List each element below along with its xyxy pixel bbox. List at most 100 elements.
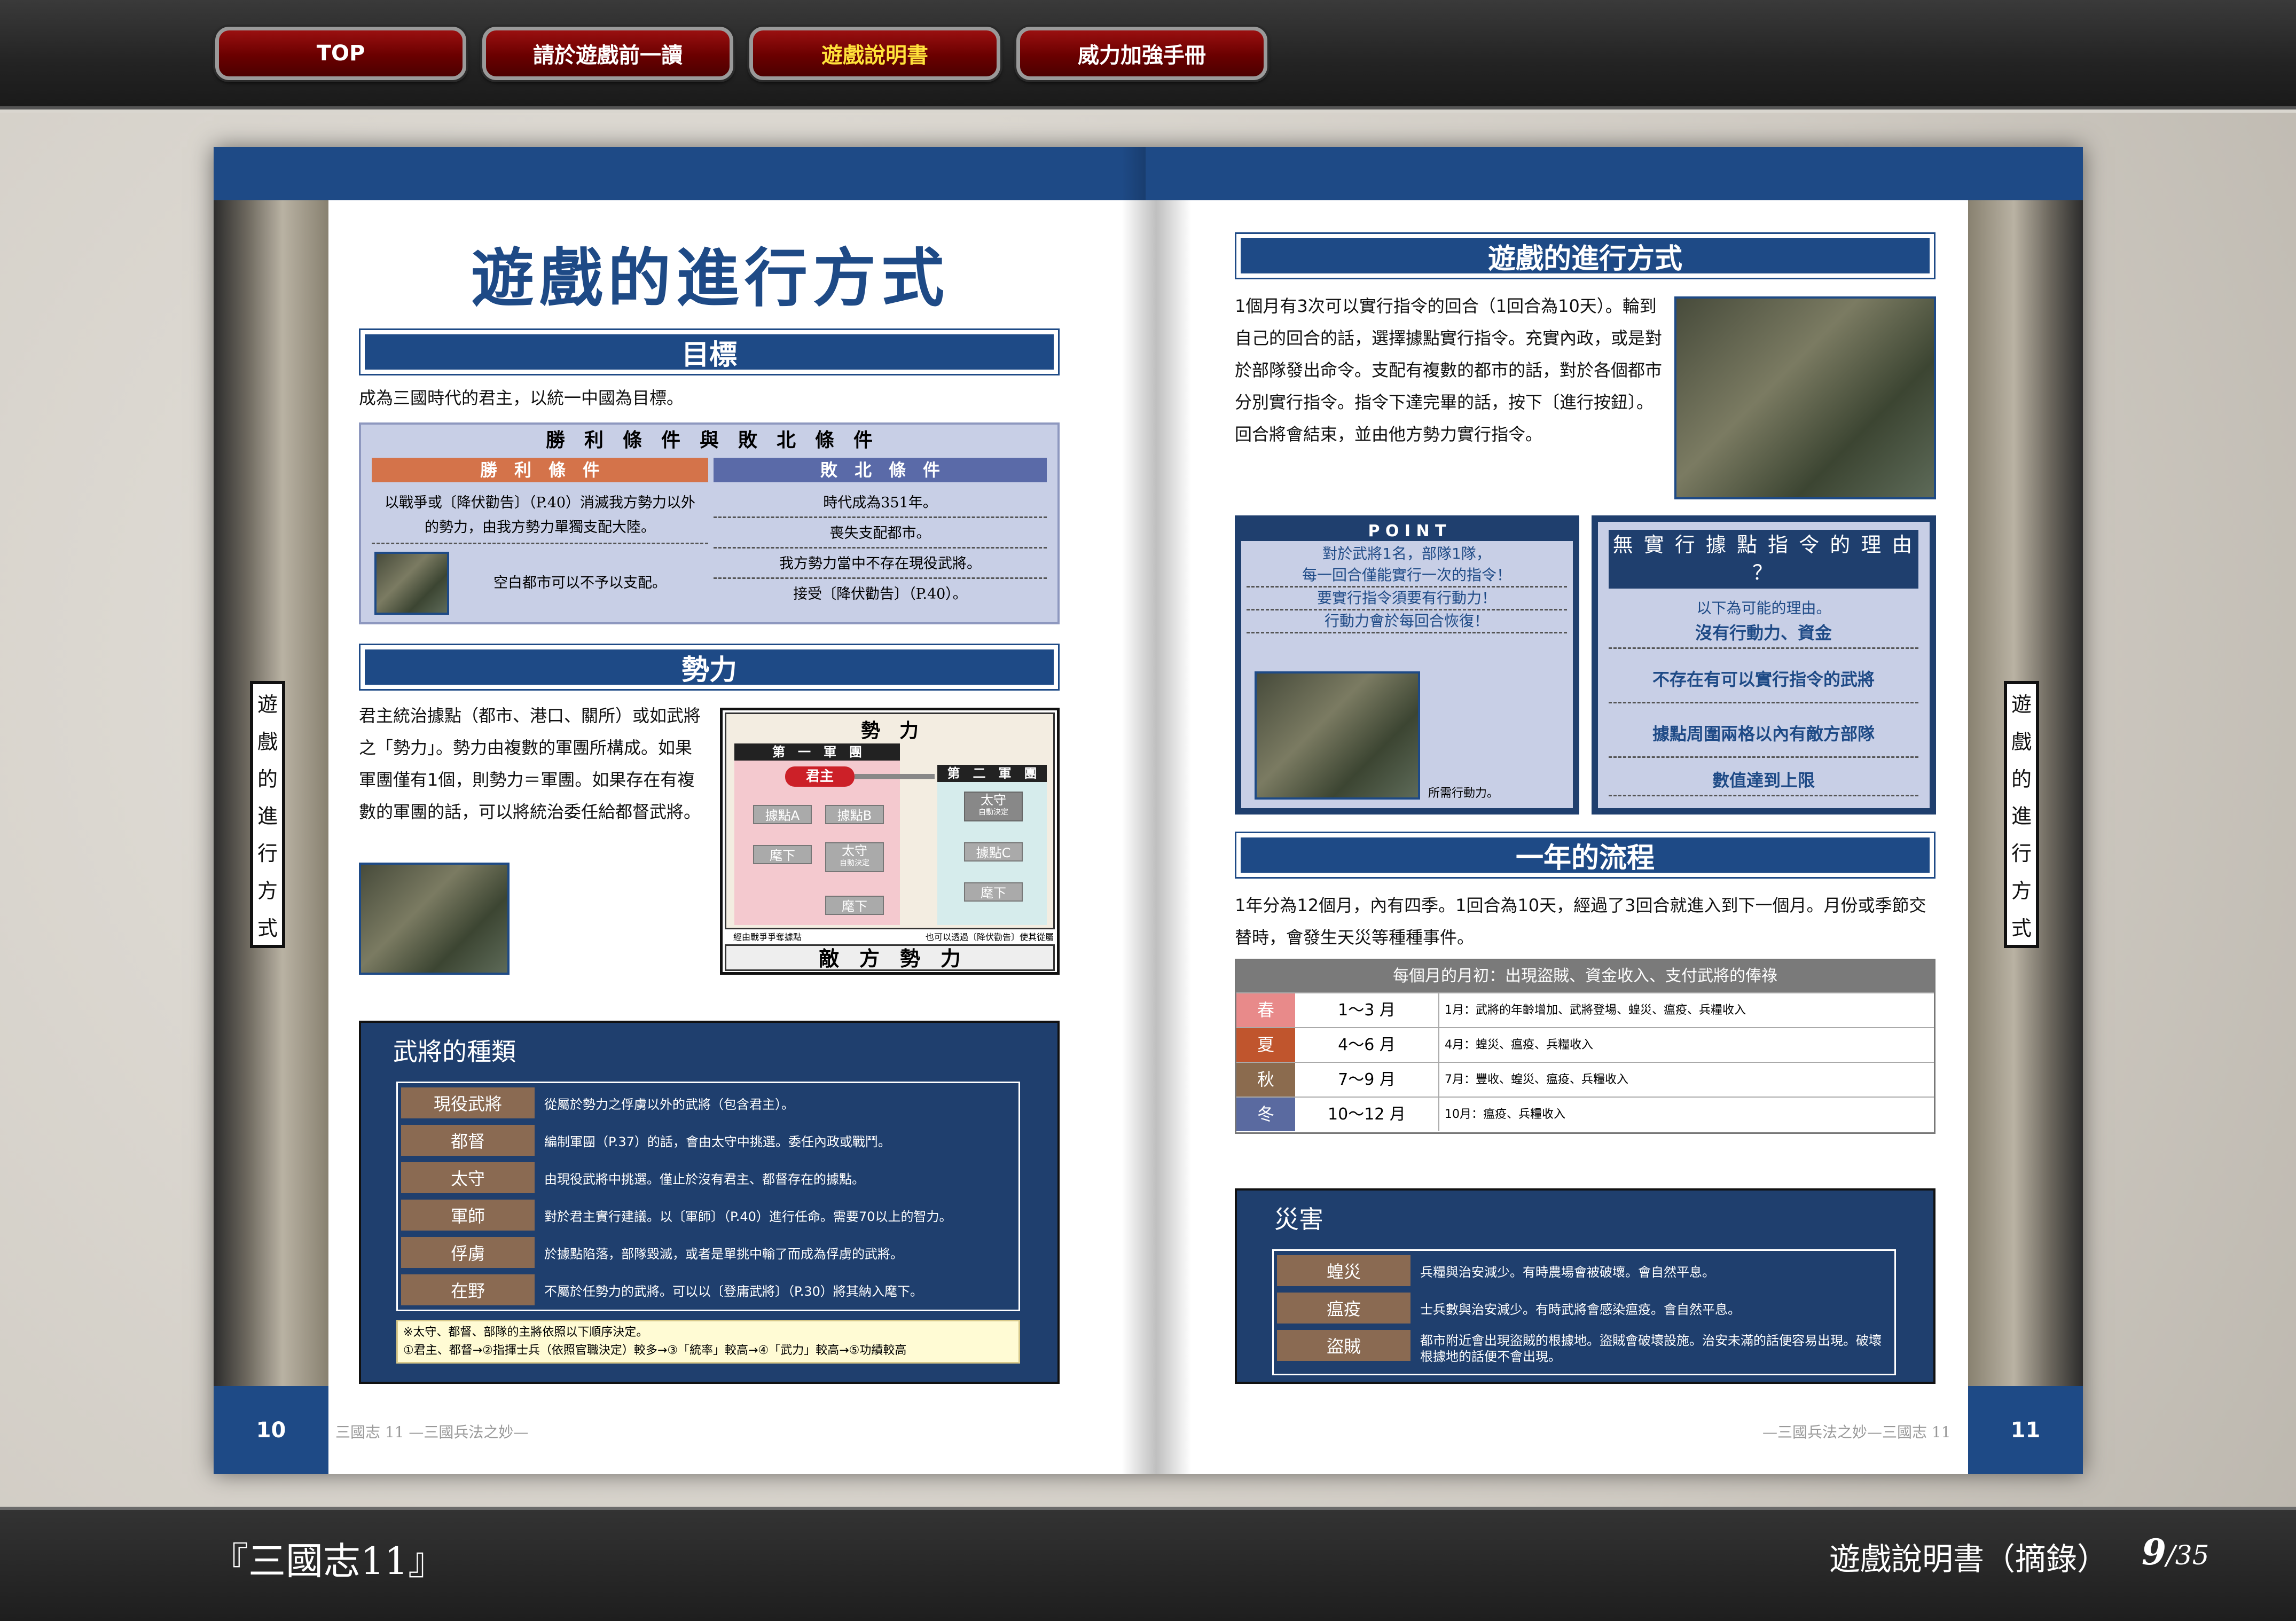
win-condition-1: 以戰爭或〔降伏勸告〕（P.40）消滅我方勢力以外的勢力，由我方勢力單獨支配大陸。 bbox=[372, 488, 708, 544]
bottom-bar: 『三國志11』 遊戲說明書（摘錄） 9/35 bbox=[0, 1507, 2296, 1621]
left-page-number-text: 10 bbox=[256, 1418, 286, 1443]
left-header-bar bbox=[328, 147, 1146, 200]
year-text: 1年分為12個月，內有四季。1回合為10天，經過了3回合就進入到下一個月。月份或… bbox=[1235, 895, 1926, 947]
year-section-header: 一年的流程 bbox=[1235, 832, 1935, 879]
base-c-node: 據點C bbox=[964, 842, 1023, 862]
disaster-panel: 災害 蝗災 兵糧與治安減少。有時農場會被破壞。會自然平息。 瘟疫 士兵數與治安減… bbox=[1235, 1188, 1935, 1384]
disaster-desc: 士兵數與治安減少。有時武將會感染瘟疫。會自然平息。 bbox=[1420, 1302, 1741, 1317]
disaster-label: 蝗災 bbox=[1277, 1255, 1410, 1286]
right-side-tab: 遊 戲 的 進 行 方 式 bbox=[2004, 681, 2039, 948]
general-type-label: 都督 bbox=[401, 1125, 535, 1156]
taishou-2-label: 太守 bbox=[981, 793, 1006, 808]
side-tab-char: 進 bbox=[257, 804, 278, 828]
right-header-corner bbox=[1968, 147, 2083, 200]
reasons-intro: 以下為可能的理由。 bbox=[1696, 599, 1831, 617]
page-counter: 9/35 bbox=[2142, 1531, 2209, 1573]
power-diagram: 勢 力 第 一 軍 團 第 二 軍 團 君主 據點A 據點B 麾下 太守 自動決… bbox=[720, 708, 1060, 975]
general-type-label: 現役武將 bbox=[401, 1087, 535, 1118]
subordinate-2-node: 麾下 bbox=[825, 896, 884, 915]
left-side-tab: 遊 戲 的 進 行 方 式 bbox=[250, 681, 285, 948]
taishou-2-node: 太守 自動決定 bbox=[964, 792, 1023, 821]
season-months: 7～9 月 bbox=[1295, 1063, 1439, 1097]
general-type-label: 軍師 bbox=[401, 1200, 535, 1231]
disaster-desc: 兵糧與治安減少。有時農場會被破壞。會自然平息。 bbox=[1420, 1264, 1715, 1280]
generals-note-line-1: ※太守、都督、部隊的主將依照以下順序決定。 bbox=[403, 1326, 648, 1339]
year-heading: 一年的流程 bbox=[1241, 837, 1930, 874]
season-row: 冬 10～12 月 10月：瘟疫、兵糧收入 bbox=[1236, 1097, 1934, 1131]
taishou-2-note: 自動決定 bbox=[978, 808, 1008, 817]
year-table-header: 每個月的月初：出現盜賊、資金收入、支付武將的俸祿 bbox=[1236, 960, 1934, 992]
season-events: 4月：蝗災、瘟疫、兵糧收入 bbox=[1445, 1038, 1593, 1052]
side-tab-char: 式 bbox=[257, 916, 278, 940]
year-table: 每個月的月初：出現盜賊、資金收入、支付武將的俸祿 春 1～3 月 1月：武將的年齡增… bbox=[1235, 959, 1935, 1134]
season-events: 7月：豐收、蝗災、瘟疫、兵糧收入 bbox=[1445, 1073, 1628, 1086]
point-screenshot bbox=[1255, 671, 1420, 800]
reason-item: 沒有行動力、資金 bbox=[1609, 617, 1918, 649]
disaster-label: 盜賊 bbox=[1277, 1330, 1410, 1361]
nav-powerup-button[interactable]: 威力加強手冊 bbox=[1016, 27, 1267, 80]
disaster-heading: 災害 bbox=[1274, 1205, 1323, 1234]
general-type-desc: 從屬於勢力之俘虜以外的武將（包含君主）。 bbox=[544, 1097, 794, 1112]
page-total: /35 bbox=[2166, 1540, 2209, 1571]
side-tab-char: 遊 bbox=[257, 693, 278, 717]
enemy-power-box: 敵 方 勢 力 bbox=[725, 944, 1055, 971]
season-events: 10月：瘟疫、兵糧收入 bbox=[1445, 1108, 1565, 1121]
general-type-desc: 於據點陷落，部隊毀滅，或者是單挑中輸了而成為俘虜的武將。 bbox=[544, 1246, 903, 1262]
season-label: 春 bbox=[1236, 993, 1295, 1027]
disaster-desc: 都市附近會出現盜賊的根據地。盜賊會破壞設施。治安未滿的話便容易出現。破壞根據地的… bbox=[1420, 1333, 1882, 1364]
corps1-label: 第 一 軍 團 bbox=[734, 743, 900, 761]
side-tab-char: 進 bbox=[2011, 804, 2032, 828]
side-tab-char: 戲 bbox=[2011, 730, 2032, 754]
reasons-inner: 無 實 行 據 點 指 令 的 理 由 ？ 以下為可能的理由。 沒有行動力、資金… bbox=[1598, 522, 1930, 808]
empty-city-thumbnail bbox=[374, 552, 449, 615]
power-text: 君主統治據點（都市、港口、關所）或如武將之「勢力」。勢力由複數的軍團所構成。如果… bbox=[359, 706, 701, 822]
diagram-note-right: 也可以透過〔降伏勸告〕使其從屬 bbox=[925, 932, 1054, 942]
point-box: P O I N T 對於武將1名，部隊1隊， 每一回合僅能實行一次的指令！ 要實… bbox=[1235, 515, 1579, 815]
point-lines-group: 對於武將1名，部隊1隊， 每一回合僅能實行一次的指令！ 要實行指令須要有行動力！… bbox=[1247, 543, 1567, 633]
point-inner: P O I N T 對於武將1名，部隊1隊， 每一回合僅能實行一次的指令！ 要實… bbox=[1241, 522, 1573, 808]
disaster-table: 蝗災 兵糧與治安減少。有時農場會被破壞。會自然平息。 瘟疫 士兵數與治安減少。有… bbox=[1272, 1249, 1896, 1375]
progress-heading: 遊戲的進行方式 bbox=[1241, 238, 1930, 275]
subordinate-3-node: 麾下 bbox=[964, 882, 1023, 902]
nav-manual-button[interactable]: 遊戲說明書 bbox=[749, 27, 1000, 80]
right-page-number-text: 11 bbox=[2010, 1418, 2041, 1443]
page-current: 9 bbox=[2142, 1531, 2166, 1573]
general-type-label: 在野 bbox=[401, 1274, 535, 1305]
nav-top-label: TOP bbox=[316, 41, 365, 66]
goal-heading: 目標 bbox=[365, 334, 1054, 371]
season-months: 10～12 月 bbox=[1295, 1098, 1439, 1131]
generals-note-line-2: ①君主、都督→②指揮士兵（依照官職決定）較多→③「統率」較高→④「武力」較高→⑤… bbox=[403, 1344, 907, 1357]
season-row: 春 1～3 月 1月：武將的年齡增加、武將登場、蝗災、瘟疫、兵糧收入 bbox=[1236, 992, 1934, 1027]
side-tab-char: 戲 bbox=[257, 730, 278, 754]
side-tab-char: 方 bbox=[257, 879, 278, 903]
nav-top-button[interactable]: TOP bbox=[215, 27, 466, 80]
lose-condition-2: 喪失支配都市。 bbox=[714, 518, 1047, 549]
lose-condition-1: 時代成為351年。 bbox=[714, 488, 1047, 518]
nav-manual-label: 遊戲說明書 bbox=[821, 43, 928, 68]
nav-read-before-button[interactable]: 請於遊戲前一讀 bbox=[482, 27, 733, 80]
base-b-node: 據點B bbox=[825, 805, 884, 824]
side-tab-char: 的 bbox=[2011, 767, 2032, 791]
subordinate-1-node: 麾下 bbox=[753, 845, 812, 864]
point-line-3: 要實行指令須要有行動力！ bbox=[1247, 588, 1567, 610]
manual-spread: 10 遊 戲 的 進 行 方 式 11 遊 戲 的 進 行 方 式 三國志 11… bbox=[214, 147, 2083, 1474]
footer-title: 『三國志11』 bbox=[211, 1539, 446, 1583]
taishou-1-node: 太守 自動決定 bbox=[825, 842, 884, 872]
season-row: 夏 4～6 月 4月：蝗災、瘟疫、兵糧收入 bbox=[1236, 1027, 1934, 1062]
general-type-desc: 不屬於任勢力的武將。可以以〔登庸武將〕（P.30）將其納入麾下。 bbox=[544, 1283, 923, 1299]
progress-text: 1個月有3次可以實行指令的回合（1回合為10天）。輪到自己的回合的話，選擇據點實… bbox=[1235, 296, 1663, 444]
general-type-desc: 由現役武將中挑選。僅止於沒有君主、都督存在的據點。 bbox=[544, 1171, 865, 1187]
season-row: 秋 7～9 月 7月：豐收、蝗災、瘟疫、兵糧收入 bbox=[1236, 1062, 1934, 1097]
goal-section-header: 目標 bbox=[359, 328, 1060, 375]
diagram-note-left: 經由戰爭爭奪據點 bbox=[733, 932, 802, 942]
footer-section: 遊戲說明書（摘錄） bbox=[1829, 1541, 2109, 1577]
reason-item: 數值達到上限 bbox=[1609, 764, 1918, 796]
lose-condition-3: 我方勢力當中不存在現役武將。 bbox=[714, 549, 1047, 579]
left-running-head: 三國志 11 —三國兵法之妙— bbox=[335, 1423, 529, 1441]
win-condition-2: 空白都市可以不予以支配。 bbox=[493, 575, 667, 591]
point-line-2: 每一回合僅能實行一次的指令！ bbox=[1247, 565, 1567, 588]
season-label: 冬 bbox=[1236, 1098, 1295, 1131]
taishou-1-label: 太守 bbox=[842, 843, 867, 858]
side-tab-char: 的 bbox=[257, 767, 278, 791]
left-page-number: 10 bbox=[214, 1386, 328, 1474]
